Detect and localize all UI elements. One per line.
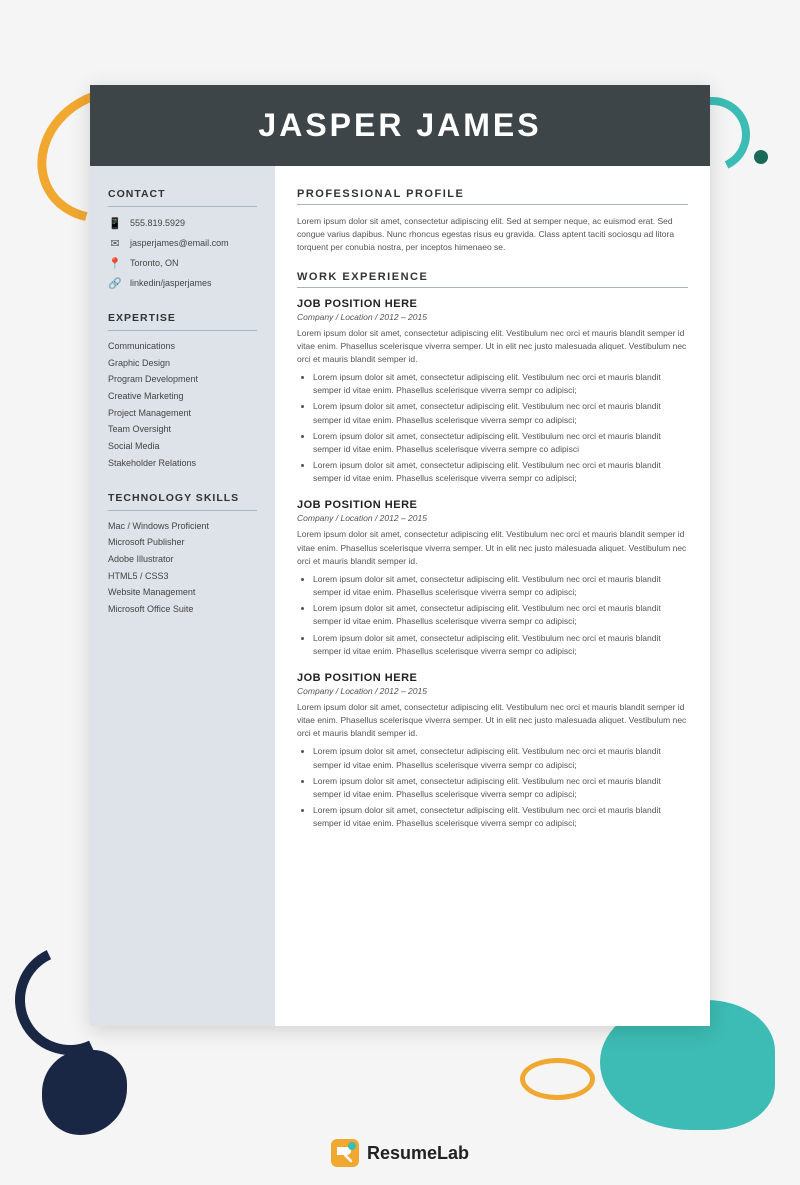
job-title: JOB POSITION HERE bbox=[297, 298, 688, 310]
tech-divider bbox=[108, 510, 257, 511]
resume-body: CONTACT 📱 555.819.5929 ✉ jasperjames@ema… bbox=[90, 166, 710, 1026]
expertise-item: Graphic Design bbox=[108, 358, 257, 370]
phone-text: 555.819.5929 bbox=[130, 218, 185, 230]
work-title: WORK EXPERIENCE bbox=[297, 271, 688, 283]
job-company: Company / Location / 2012 – 2015 bbox=[297, 686, 688, 696]
tech-item: HTML5 / CSS3 bbox=[108, 571, 257, 583]
resume-header: JASPER JAMES bbox=[90, 85, 710, 166]
brand-bold: Lab bbox=[437, 1143, 469, 1163]
job-bullet: Lorem ipsum dolor sit amet, consectetur … bbox=[313, 430, 688, 456]
decoration-yellow-oval bbox=[520, 1058, 595, 1100]
location-text: Toronto, ON bbox=[130, 258, 179, 270]
tech-list: Mac / Windows Proficient Microsoft Publis… bbox=[108, 521, 257, 616]
job-description: Lorem ipsum dolor sit amet, consectetur … bbox=[297, 701, 688, 741]
job-bullet: Lorem ipsum dolor sit amet, consectetur … bbox=[313, 459, 688, 485]
job-description: Lorem ipsum dolor sit amet, consectetur … bbox=[297, 327, 688, 367]
job-bullet: Lorem ipsum dolor sit amet, consectetur … bbox=[313, 745, 688, 771]
profile-text: Lorem ipsum dolor sit amet, consectetur … bbox=[297, 215, 688, 255]
contact-section: CONTACT 📱 555.819.5929 ✉ jasperjames@ema… bbox=[108, 188, 257, 290]
job-bullet: Lorem ipsum dolor sit amet, consectetur … bbox=[313, 632, 688, 658]
linkedin-text: linkedin/jasperjames bbox=[130, 278, 212, 290]
contact-phone: 📱 555.819.5929 bbox=[108, 217, 257, 230]
job-entry: JOB POSITION HERE Company / Location / 20… bbox=[297, 298, 688, 486]
profile-divider bbox=[297, 204, 688, 205]
email-text: jasperjames@email.com bbox=[130, 238, 229, 250]
resume-main: PROFESSIONAL PROFILE Lorem ipsum dolor s… bbox=[275, 166, 710, 1026]
expertise-section: EXPERTISE Communications Graphic Design Pr… bbox=[108, 312, 257, 470]
job-bullets: Lorem ipsum dolor sit amet, consectetur … bbox=[313, 573, 688, 658]
expertise-item: Stakeholder Relations bbox=[108, 458, 257, 470]
contact-linkedin: 🔗 linkedin/jasperjames bbox=[108, 277, 257, 290]
profile-title: PROFESSIONAL PROFILE bbox=[297, 188, 688, 200]
decoration-navy-blob bbox=[42, 1050, 127, 1135]
expertise-divider bbox=[108, 330, 257, 331]
expertise-item: Communications bbox=[108, 341, 257, 353]
profile-section: PROFESSIONAL PROFILE Lorem ipsum dolor s… bbox=[297, 188, 688, 255]
resume-document: JASPER JAMES CONTACT 📱 555.819.5929 ✉ ja… bbox=[90, 85, 710, 1026]
contact-email: ✉ jasperjames@email.com bbox=[108, 237, 257, 250]
job-title: JOB POSITION HERE bbox=[297, 672, 688, 684]
job-entry: JOB POSITION HERE Company / Location / 20… bbox=[297, 499, 688, 658]
resumelab-logo bbox=[331, 1139, 359, 1167]
job-bullets: Lorem ipsum dolor sit amet, consectetur … bbox=[313, 745, 688, 830]
phone-icon: 📱 bbox=[108, 217, 122, 230]
job-description: Lorem ipsum dolor sit amet, consectetur … bbox=[297, 528, 688, 568]
job-bullet: Lorem ipsum dolor sit amet, consectetur … bbox=[313, 804, 688, 830]
tech-item: Microsoft Office Suite bbox=[108, 604, 257, 616]
job-title: JOB POSITION HERE bbox=[297, 499, 688, 511]
tech-item: Mac / Windows Proficient bbox=[108, 521, 257, 533]
job-bullets: Lorem ipsum dolor sit amet, consectetur … bbox=[313, 371, 688, 485]
branding-area: ResumeLab bbox=[331, 1139, 469, 1167]
job-entry: JOB POSITION HERE Company / Location / 20… bbox=[297, 672, 688, 831]
expertise-item: Program Development bbox=[108, 374, 257, 386]
brand-plain: Resume bbox=[367, 1143, 437, 1163]
contact-location: 📍 Toronto, ON bbox=[108, 257, 257, 270]
job-bullet: Lorem ipsum dolor sit amet, consectetur … bbox=[313, 775, 688, 801]
linkedin-icon: 🔗 bbox=[108, 277, 122, 290]
job-bullet: Lorem ipsum dolor sit amet, consectetur … bbox=[313, 371, 688, 397]
job-company: Company / Location / 2012 – 2015 bbox=[297, 513, 688, 523]
candidate-name: JASPER JAMES bbox=[120, 107, 680, 144]
decoration-teal-dot bbox=[754, 150, 768, 164]
tech-section: TECHNOLOGY SKILLS Mac / Windows Proficie… bbox=[108, 492, 257, 616]
jobs-list: JOB POSITION HERE Company / Location / 20… bbox=[297, 298, 688, 831]
expertise-item: Social Media bbox=[108, 441, 257, 453]
tech-item: Microsoft Publisher bbox=[108, 537, 257, 549]
expertise-item: Creative Marketing bbox=[108, 391, 257, 403]
job-company: Company / Location / 2012 – 2015 bbox=[297, 312, 688, 322]
location-icon: 📍 bbox=[108, 257, 122, 270]
expertise-list: Communications Graphic Design Program Deve… bbox=[108, 341, 257, 470]
contact-divider bbox=[108, 206, 257, 207]
branding-text: ResumeLab bbox=[367, 1143, 469, 1164]
expertise-item: Team Oversight bbox=[108, 424, 257, 436]
email-icon: ✉ bbox=[108, 237, 122, 250]
work-section: WORK EXPERIENCE JOB POSITION HERE Company… bbox=[297, 271, 688, 831]
tech-item: Website Management bbox=[108, 587, 257, 599]
tech-item: Adobe Illustrator bbox=[108, 554, 257, 566]
resume-sidebar: CONTACT 📱 555.819.5929 ✉ jasperjames@ema… bbox=[90, 166, 275, 1026]
expertise-label: EXPERTISE bbox=[108, 312, 257, 324]
contact-label: CONTACT bbox=[108, 188, 257, 200]
job-bullet: Lorem ipsum dolor sit amet, consectetur … bbox=[313, 602, 688, 628]
job-bullet: Lorem ipsum dolor sit amet, consectetur … bbox=[313, 573, 688, 599]
tech-label: TECHNOLOGY SKILLS bbox=[108, 492, 257, 504]
job-bullet: Lorem ipsum dolor sit amet, consectetur … bbox=[313, 400, 688, 426]
work-divider bbox=[297, 287, 688, 288]
expertise-item: Project Management bbox=[108, 408, 257, 420]
